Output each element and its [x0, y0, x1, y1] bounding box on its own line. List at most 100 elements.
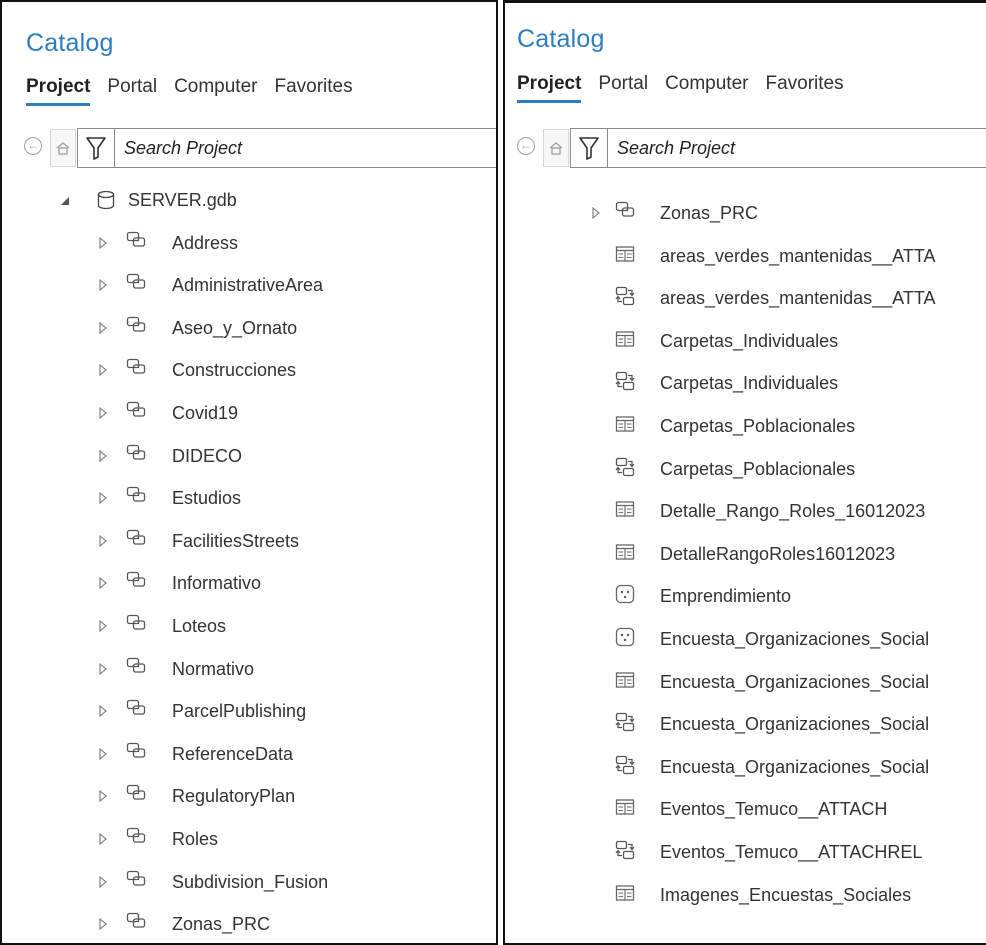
tree-item[interactable]: Zonas_PRC [2, 904, 496, 943]
tab-favorites[interactable]: Favorites [274, 76, 352, 104]
tree-item[interactable]: Roles [2, 819, 496, 862]
tree-item[interactable]: DetalleRangoRoles16012023 [505, 534, 986, 577]
expand-arrow-icon[interactable] [99, 619, 107, 632]
tree-item[interactable]: ParcelPublishing [2, 691, 496, 734]
tree-item[interactable]: Emprendimiento [505, 576, 986, 619]
tree-item[interactable]: FacilitiesStreets [2, 521, 496, 564]
catalog-tabs: Project Portal Computer Favorites [26, 76, 370, 106]
tree-item-label: Carpetas_Individuales [660, 373, 839, 394]
expand-arrow-icon[interactable] [99, 279, 107, 292]
catalog-tree: SERVER.gdb Address AdministrativeArea Aseo… [2, 180, 496, 943]
tree-root[interactable]: SERVER.gdb [2, 180, 496, 223]
tree-item[interactable]: Subdivision_Fusion [2, 862, 496, 905]
tree-item[interactable]: Loteos [2, 606, 496, 649]
home-button[interactable] [50, 129, 76, 167]
tree-item[interactable]: Aseo_y_Ornato [2, 308, 496, 351]
table-icon [615, 416, 635, 432]
tab-portal[interactable]: Portal [598, 73, 648, 101]
tab-portal[interactable]: Portal [107, 76, 157, 104]
expand-arrow-icon[interactable] [99, 321, 107, 334]
expand-arrow-icon[interactable] [99, 406, 107, 419]
feature-dataset-icon [126, 444, 146, 460]
feature-dataset-icon [615, 201, 635, 217]
tree-item[interactable]: Zonas_PRC [505, 193, 986, 236]
expand-arrow-icon[interactable] [592, 207, 600, 219]
table-icon [615, 884, 635, 901]
tree-item-label: Carpetas_Poblacionales [660, 415, 856, 436]
tab-favorites[interactable]: Favorites [765, 73, 843, 101]
tree-item[interactable]: Covid19 [2, 393, 496, 436]
search-input[interactable] [124, 129, 496, 167]
tree-root-label: SERVER.gdb [128, 190, 237, 210]
search-box [570, 128, 986, 168]
home-icon [56, 142, 70, 155]
tree-item[interactable]: Encuesta_Organizaciones_Social [505, 619, 986, 662]
expand-arrow-icon[interactable] [99, 875, 107, 888]
geodatabase-icon [97, 190, 115, 210]
tree-item[interactable]: areas_verdes_mantenidas__ATTA [505, 278, 986, 321]
tree-item[interactable]: Construcciones [2, 350, 496, 393]
tab-computer[interactable]: Computer [174, 76, 257, 104]
expand-arrow-icon[interactable] [99, 705, 107, 718]
tree-item[interactable]: Estudios [2, 478, 496, 521]
relationship-class-icon [615, 712, 635, 732]
expand-arrow-icon[interactable] [99, 747, 107, 760]
tree-item[interactable]: Encuesta_Organizaciones_Social [505, 747, 986, 790]
tree-item[interactable]: Carpetas_Individuales [505, 321, 986, 364]
expand-arrow-icon[interactable] [99, 364, 107, 377]
tree-item[interactable]: Carpetas_Poblacionales [505, 406, 986, 449]
tree-item[interactable]: Normativo [2, 649, 496, 692]
tree-item[interactable]: Encuesta_Organizaciones_Social [505, 662, 986, 705]
expand-arrow-icon[interactable] [99, 492, 107, 505]
filter-button[interactable] [78, 129, 115, 167]
tree-item[interactable]: Informativo [2, 563, 496, 606]
relationship-class-icon [615, 755, 635, 774]
table-icon [615, 245, 635, 262]
tree-item[interactable]: Address [2, 223, 496, 266]
expand-arrow-icon[interactable] [99, 577, 107, 590]
table-icon [615, 501, 635, 517]
tree-item[interactable]: Imagenes_Encuestas_Sociales [505, 875, 986, 918]
tree-item[interactable]: Detalle_Rango_Roles_16012023 [505, 491, 986, 534]
expand-arrow-icon[interactable] [99, 534, 107, 547]
home-button[interactable] [543, 129, 569, 167]
tree-item-label: ReferenceData [172, 743, 294, 764]
expand-arrow-icon[interactable] [99, 832, 107, 845]
back-arrow-icon[interactable]: ← [24, 137, 42, 155]
feature-dataset-icon [126, 657, 146, 673]
tree-item[interactable]: Eventos_Temuco__ATTACHREL [505, 832, 986, 875]
expand-arrow-icon[interactable] [99, 790, 107, 803]
tree-item-label: Imagenes_Encuestas_Sociales [660, 884, 912, 905]
back-arrow-icon[interactable]: ← [517, 137, 535, 155]
tree-item[interactable]: Eventos_Temuco__ATTACH [505, 789, 986, 832]
tree-item[interactable]: AdministrativeArea [2, 265, 496, 308]
expand-arrow-icon[interactable] [99, 918, 107, 931]
search-input[interactable] [617, 129, 986, 167]
pane-title: Catalog [26, 29, 114, 57]
tree-item[interactable]: areas_verdes_mantenidas__ATTA [505, 236, 986, 279]
tree-item-label: Address [172, 232, 239, 253]
tree-item[interactable]: ReferenceData [2, 734, 496, 777]
tree-item[interactable]: Carpetas_Individuales [505, 363, 986, 406]
relationship-class-icon [615, 287, 635, 306]
expand-arrow-icon[interactable] [99, 449, 107, 462]
tab-project[interactable]: Project [517, 73, 582, 103]
expand-arrow-icon[interactable] [99, 662, 107, 675]
tree-item-label: Detalle_Rango_Roles_16012023 [660, 501, 926, 522]
expand-arrow-icon[interactable] [99, 236, 107, 249]
tree-item[interactable]: Encuesta_Organizaciones_Social [505, 704, 986, 747]
table-icon [615, 671, 635, 688]
collapse-arrow-icon[interactable] [60, 196, 70, 206]
tree-item[interactable]: RegulatoryPlan [2, 776, 496, 819]
tree-item[interactable]: Carpetas_Poblacionales [505, 449, 986, 492]
filter-button[interactable] [571, 129, 608, 167]
relationship-class-icon [615, 457, 635, 476]
tree-item[interactable]: DIDECO [2, 436, 496, 479]
feature-dataset-icon [126, 572, 146, 587]
tree-item-label: Aseo_y_Ornato [172, 317, 298, 338]
filter-icon [579, 137, 599, 160]
tab-project[interactable]: Project [26, 76, 91, 106]
tab-computer[interactable]: Computer [665, 73, 748, 101]
tree-item-label: Eventos_Temuco__ATTACHREL [660, 841, 923, 862]
table-icon [615, 799, 635, 815]
